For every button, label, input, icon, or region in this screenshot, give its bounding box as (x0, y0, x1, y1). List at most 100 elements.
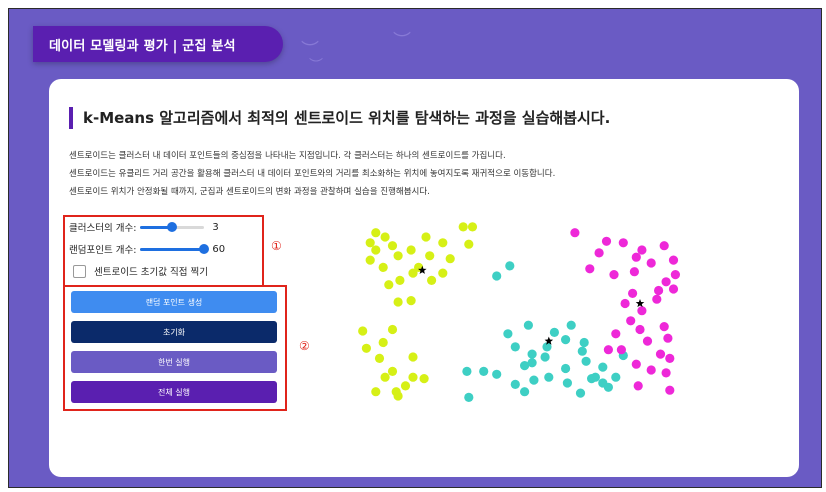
content-card: k-Means 알고리즘에서 최적의 센트로이드 위치를 탐색하는 과정을 실습… (49, 79, 799, 477)
app-frame: ︶ ︶ ︶ 데이터 모델링과 평가 | 군집 분석 k-Means 알고리즘에서… (8, 8, 822, 488)
data-point-cluster-3 (661, 277, 671, 287)
data-point-cluster-2 (492, 271, 502, 281)
data-point-cluster-3 (637, 245, 647, 255)
data-point-cluster-1 (393, 251, 403, 261)
data-point-cluster-1 (380, 232, 390, 242)
bird-decoration-icon: ︶ (309, 58, 323, 74)
data-point-cluster-1 (361, 343, 371, 353)
data-point-cluster-2 (527, 358, 537, 368)
data-point-cluster-1 (393, 297, 403, 307)
title-banner: 데이터 모델링과 평가 | 군집 분석 (33, 26, 283, 62)
data-point-cluster-2 (575, 388, 586, 398)
data-point-cluster-1 (387, 324, 398, 335)
data-point-cluster-3 (635, 324, 645, 335)
data-point-cluster-1 (427, 275, 437, 285)
data-point-cluster-3 (646, 258, 656, 268)
data-point-cluster-1 (408, 372, 418, 382)
data-point-cluster-2 (510, 379, 520, 389)
data-point-cluster-2 (549, 327, 559, 337)
data-point-cluster-3 (631, 252, 641, 262)
data-point-cluster-1 (380, 372, 390, 382)
data-point-cluster-3 (611, 329, 621, 339)
data-point-cluster-3 (654, 285, 664, 296)
data-point-cluster-3 (659, 241, 669, 251)
data-point-cluster-2 (577, 346, 587, 356)
data-point-cluster-1 (421, 232, 431, 242)
data-point-cluster-1 (458, 222, 468, 232)
data-point-cluster-1 (378, 337, 388, 348)
data-point-cluster-3 (633, 381, 643, 391)
data-point-cluster-1 (464, 239, 474, 249)
data-point-cluster-3 (618, 238, 628, 248)
data-point-cluster-1 (408, 352, 418, 362)
data-point-cluster-3 (655, 349, 666, 359)
data-point-cluster-2 (562, 378, 573, 388)
data-point-cluster-3 (642, 336, 653, 346)
data-point-cluster-3 (646, 365, 656, 375)
data-point-cluster-3 (659, 322, 669, 332)
data-point-cluster-2 (492, 369, 502, 379)
data-point-cluster-1 (406, 296, 416, 306)
data-point-cluster-3 (663, 333, 673, 343)
data-point-cluster-2 (598, 362, 608, 372)
data-point-cluster-3 (601, 236, 612, 246)
data-point-cluster-1 (400, 381, 411, 391)
bird-decoration-icon: ︶ (393, 31, 411, 52)
data-point-cluster-3 (665, 353, 675, 363)
data-point-cluster-3 (631, 359, 641, 369)
data-point-cluster-2 (561, 335, 571, 345)
centroid-star-icon (635, 299, 645, 308)
data-point-cluster-2 (503, 329, 513, 339)
data-point-cluster-3 (628, 288, 638, 298)
data-point-cluster-2 (566, 320, 576, 330)
data-point-cluster-2 (479, 366, 489, 376)
data-point-cluster-1 (371, 245, 381, 255)
data-point-cluster-1 (406, 245, 416, 255)
cluster-scatter-plot[interactable] (49, 79, 799, 477)
data-point-cluster-1 (374, 353, 385, 363)
data-point-cluster-2 (603, 382, 614, 392)
banner-title: 데이터 모델링과 평가 | 군집 분석 (49, 38, 236, 54)
data-point-cluster-2 (529, 375, 539, 385)
data-point-cluster-3 (629, 267, 640, 277)
data-point-cluster-2 (523, 320, 533, 330)
data-point-cluster-1 (393, 391, 403, 401)
data-point-cluster-1 (365, 238, 375, 248)
data-point-cluster-2 (520, 387, 530, 397)
data-point-cluster-3 (616, 345, 627, 355)
data-point-cluster-2 (505, 261, 515, 271)
data-point-cluster-3 (620, 298, 630, 309)
data-point-cluster-2 (581, 356, 591, 366)
data-point-cluster-3 (668, 284, 679, 294)
data-point-cluster-3 (594, 248, 604, 258)
data-point-cluster-2 (540, 352, 550, 362)
data-point-cluster-1 (365, 255, 375, 265)
data-point-cluster-1 (371, 228, 381, 238)
data-point-cluster-3 (603, 345, 614, 355)
data-point-cluster-2 (611, 372, 621, 382)
data-point-cluster-3 (626, 316, 636, 326)
data-point-cluster-2 (544, 372, 554, 382)
data-point-cluster-1 (445, 254, 455, 264)
data-point-cluster-3 (652, 294, 662, 304)
data-point-cluster-3 (661, 368, 671, 378)
data-point-cluster-2 (462, 366, 472, 376)
data-point-cluster-2 (464, 392, 474, 402)
data-point-cluster-1 (387, 366, 398, 376)
data-point-cluster-1 (425, 251, 435, 261)
data-point-cluster-2 (590, 372, 601, 382)
data-point-cluster-2 (579, 337, 589, 348)
data-point-cluster-1 (419, 374, 429, 384)
data-point-cluster-1 (378, 262, 388, 272)
data-point-cluster-1 (358, 326, 368, 336)
data-point-cluster-3 (637, 306, 647, 316)
data-point-cluster-1 (438, 268, 448, 278)
data-point-cluster-2 (561, 363, 571, 374)
data-point-cluster-1 (395, 275, 405, 285)
data-point-cluster-3 (585, 264, 595, 274)
data-point-cluster-1 (384, 280, 394, 290)
data-point-cluster-2 (527, 349, 537, 359)
data-point-cluster-1 (438, 238, 448, 248)
data-point-cluster-1 (371, 387, 381, 397)
data-point-cluster-1 (387, 241, 398, 251)
